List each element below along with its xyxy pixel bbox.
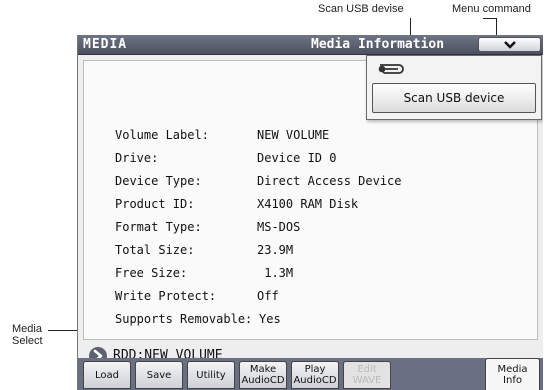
tab-label-line1: Play (304, 364, 326, 375)
info-row-device-type: Device Type: Direct Access Device (115, 174, 402, 192)
page-title: Media Information (311, 37, 445, 52)
title-bar: MEDIA Media Information (78, 35, 543, 55)
scan-usb-device-button[interactable]: Scan USB device (372, 83, 536, 113)
tab-make-audiocd[interactable]: Make AudioCD (239, 361, 287, 389)
menu-command-button[interactable] (478, 37, 541, 52)
info-label: Device Type: (115, 174, 202, 188)
tab-label-line2: AudioCD (293, 375, 337, 386)
info-value: NEW VOLUME (257, 128, 330, 142)
info-row-total-size: Total Size: 23.9M (115, 243, 293, 261)
info-value: 1.3M (257, 266, 294, 280)
info-label: Supports Removable: (115, 312, 253, 326)
info-label: Free Size: (115, 266, 188, 280)
tab-label: Save (146, 369, 172, 381)
annotation-media-select: Media Select (12, 323, 43, 347)
tab-label-line1: Edit (357, 364, 377, 375)
info-label: Format Type: (115, 220, 202, 234)
info-row-product-id: Product ID: X4100 RAM Disk (115, 197, 358, 215)
tab-label-line2: Info (503, 374, 522, 386)
tab-label-line2: AudioCD (241, 375, 285, 386)
tab-label-line1: Media (497, 363, 528, 375)
info-row-free-size: Free Size: 1.3M (115, 266, 293, 284)
tab-utility[interactable]: Utility (187, 361, 235, 389)
paperclip-icon (378, 64, 404, 74)
info-value: Yes (259, 312, 281, 326)
mode-title: MEDIA (83, 37, 128, 52)
tab-label-line1: Make (249, 364, 277, 375)
tab-save[interactable]: Save (135, 361, 183, 389)
info-label: Total Size: (115, 243, 195, 257)
info-value: Device ID 0 (257, 151, 337, 165)
info-value: X4100 RAM Disk (257, 197, 359, 211)
info-label: Drive: (115, 151, 159, 165)
tab-media-info[interactable]: Media Info (485, 358, 540, 390)
tab-label: Utility (196, 369, 226, 381)
info-row-format-type: Format Type: MS-DOS (115, 220, 300, 238)
annotation-media-line2: Select (12, 335, 43, 347)
tab-label: Load (95, 369, 119, 381)
tab-edit-wave: Edit WAVE (343, 361, 391, 389)
annotation-media-line1: Media (12, 323, 42, 335)
info-row-volume-label: Volume Label: NEW VOLUME (115, 128, 329, 146)
chevron-down-icon (503, 41, 516, 49)
info-label: Write Protect: (115, 289, 217, 303)
info-row-drive: Drive: Device ID 0 (115, 151, 336, 169)
info-row-write-protect: Write Protect: Off (115, 289, 279, 307)
annotation-menu-command: Menu command (452, 3, 531, 15)
tab-bar: Load Save Utility Make AudioCD Play Audi… (78, 358, 543, 390)
info-label: Volume Label: (115, 128, 209, 142)
tab-play-audiocd[interactable]: Play AudioCD (291, 361, 339, 389)
info-row-supports-removable: Supports Removable: Yes (115, 312, 281, 330)
annotation-scan-usb: Scan USB devise (318, 3, 404, 15)
tab-label-line2: WAVE (352, 375, 382, 386)
info-label: Product ID: (115, 197, 195, 211)
info-value: MS-DOS (257, 220, 301, 234)
menu-dropdown: Scan USB device (366, 55, 542, 120)
info-value: Direct Access Device (257, 174, 402, 188)
info-value: 23.9M (257, 243, 294, 257)
info-value: Off (257, 289, 279, 303)
tab-load[interactable]: Load (83, 361, 131, 389)
media-screen: MEDIA Media Information Volume Label: NE… (77, 35, 543, 390)
